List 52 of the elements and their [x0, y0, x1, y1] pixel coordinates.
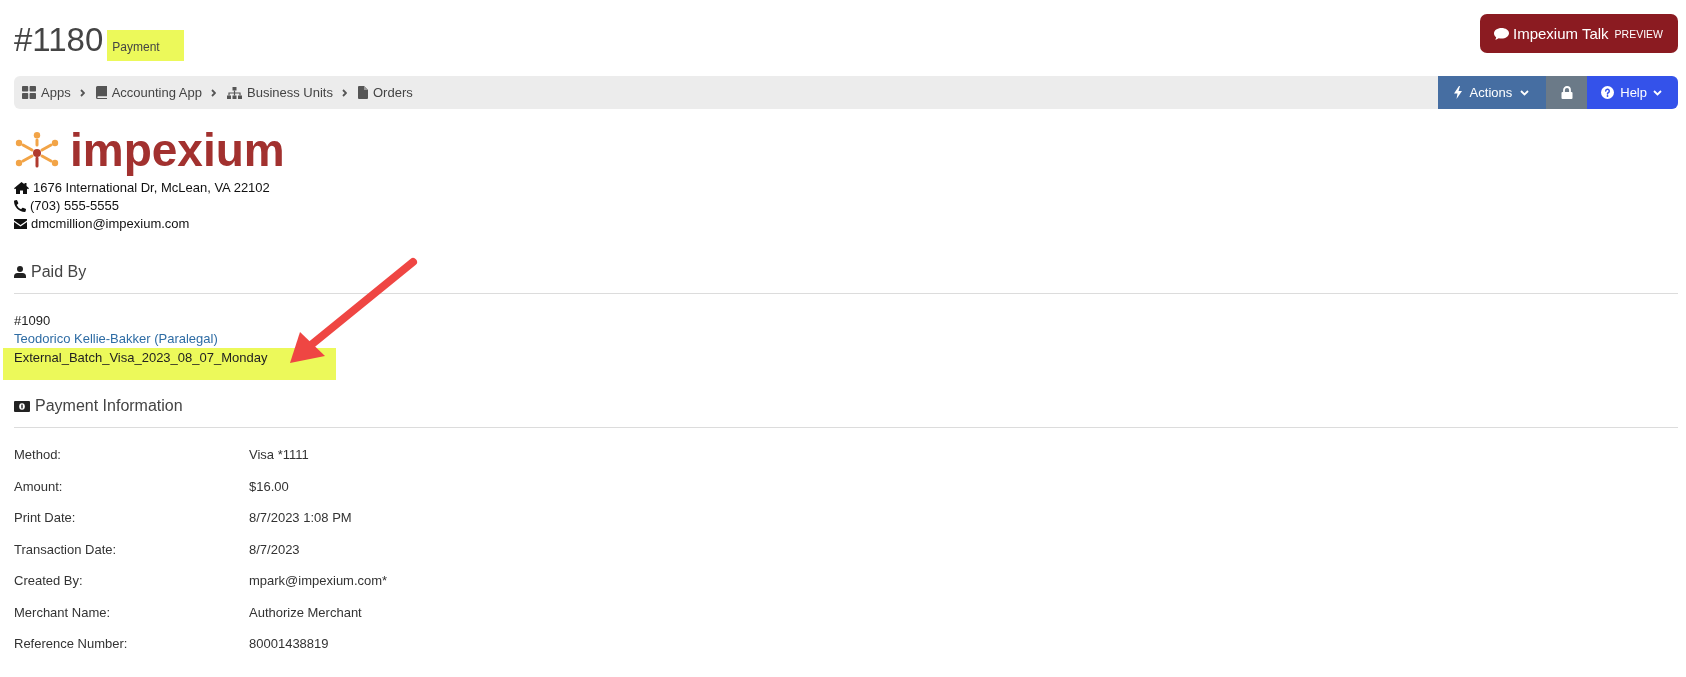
- help-icon: [1601, 86, 1615, 99]
- logo-icon: [15, 132, 59, 168]
- field-label: Created By:: [14, 573, 83, 589]
- field-value: Authorize Merchant: [249, 604, 362, 620]
- user-icon: [14, 266, 26, 278]
- field-label: Method:: [14, 447, 61, 463]
- section-heading: Paid By: [31, 262, 87, 282]
- field-value: 8/7/2023 1:08 PM: [249, 510, 352, 526]
- chevron-down-icon: [1520, 89, 1530, 96]
- lock-icon: [1561, 86, 1574, 99]
- field-value: mpark@impexium.com*: [249, 573, 388, 589]
- field-value: 8/7/2023: [249, 541, 300, 557]
- field-value: 80001438819: [249, 636, 329, 652]
- impexium-talk-button[interactable]: Impexium Talk PREVIEW: [1479, 14, 1678, 53]
- field-value: $16.00: [249, 478, 289, 494]
- field-value: Visa *1111: [249, 447, 309, 463]
- record-type-label: Payment: [107, 30, 184, 61]
- chevron-right-icon: [79, 88, 85, 97]
- lightning-icon: [1453, 86, 1462, 99]
- home-icon: [14, 182, 29, 194]
- breadcrumb-link[interactable]: Business Units: [227, 85, 333, 100]
- phone-icon: [14, 200, 26, 212]
- sitemap-icon: [227, 86, 242, 99]
- customer-number: #1090: [14, 312, 51, 330]
- breadcrumb-link[interactable]: Orders: [358, 85, 413, 100]
- field-label: Transaction Date:: [14, 541, 117, 557]
- customer-link[interactable]: Teodorico Kellie-Bakker (Paralegal): [14, 330, 218, 348]
- preview-tag: PREVIEW: [1614, 27, 1663, 40]
- envelope-icon: [14, 219, 27, 229]
- grid-icon: [22, 86, 36, 99]
- chevron-down-icon: [1653, 89, 1662, 96]
- address-text: 1676 International Dr, McLean, VA 22102: [33, 179, 270, 197]
- chevron-right-icon: [342, 88, 347, 97]
- actions-button[interactable]: Actions: [1437, 76, 1547, 109]
- field-label: Amount:: [14, 478, 63, 494]
- speech-bubble-icon: [1493, 27, 1509, 40]
- document-icon: [358, 86, 368, 99]
- field-label: Print Date:: [14, 510, 76, 526]
- book-icon: [95, 86, 107, 99]
- field-label: Merchant Name:: [14, 604, 111, 620]
- lock-button[interactable]: [1546, 76, 1588, 109]
- banknote-icon: [14, 400, 30, 412]
- chevron-right-icon: [211, 88, 216, 97]
- phone-text: (703) 555-5555: [30, 197, 119, 215]
- breadcrumb-link[interactable]: Accounting App: [95, 85, 202, 100]
- breadcrumb-link[interactable]: Apps: [22, 85, 71, 100]
- help-button[interactable]: Help: [1587, 76, 1678, 109]
- record-number: #1180: [14, 22, 104, 58]
- email-text: dmcmillion@impexium.com: [31, 215, 190, 233]
- section-heading: Payment Information: [35, 396, 183, 416]
- batch-name: External_Batch_Visa_2023_08_07_Monday: [3, 348, 337, 380]
- field-label: Reference Number:: [14, 636, 128, 652]
